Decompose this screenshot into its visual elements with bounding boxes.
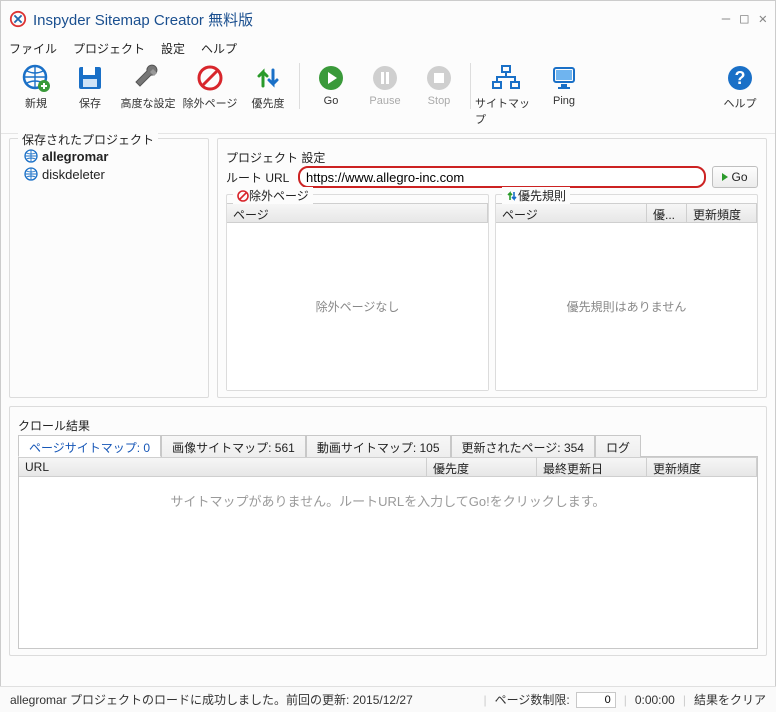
play-icon — [316, 63, 346, 93]
floppy-icon — [75, 63, 105, 93]
saved-projects-panel: 保存されたプロジェクト allegromar diskdeleter — [9, 138, 209, 398]
toolbar-save-button[interactable]: 保存 — [63, 63, 117, 111]
help-icon: ? — [725, 63, 755, 93]
tab-log[interactable]: ログ — [595, 435, 641, 457]
globe-icon — [24, 167, 38, 181]
globe-plus-icon — [21, 63, 51, 93]
col-page[interactable]: ページ — [496, 204, 647, 222]
wrench-icon — [133, 63, 163, 93]
root-url-input[interactable] — [298, 166, 706, 188]
toolbar: 新規 保存 高度な設定 除外ページ 優先度 Go Pause Stop サイトマ… — [1, 59, 775, 134]
pause-icon — [370, 63, 400, 93]
exclude-grid-header: ページ — [227, 203, 488, 223]
play-small-icon — [722, 173, 728, 181]
minimize-button[interactable]: — — [722, 11, 730, 27]
results-empty-text: サイトマップがありません。ルートURLを入力してGo!をクリックします。 — [19, 477, 757, 648]
root-url-label: ルート URL — [226, 169, 298, 186]
col-priority[interactable]: 優先度 — [427, 458, 537, 476]
tab-image-sitemap[interactable]: 画像サイトマップ: 561 — [161, 435, 306, 457]
status-bar: allegromar プロジェクトのロードに成功しました。前回の更新: 2015… — [0, 686, 776, 712]
col-page[interactable]: ページ — [227, 204, 488, 222]
no-entry-small-icon — [237, 190, 249, 202]
saved-projects-label: 保存されたプロジェクト — [18, 131, 158, 148]
exclude-empty-text: 除外ページなし — [227, 223, 488, 390]
col-last-updated[interactable]: 最終更新日 — [537, 458, 647, 476]
close-button[interactable]: ✕ — [759, 11, 767, 27]
project-item-diskdeleter[interactable]: diskdeleter — [18, 165, 200, 183]
priority-rules-panel: 優先規則 ページ 優... 更新頻度 優先規則はありません — [495, 194, 758, 391]
toolbar-go-button[interactable]: Go — [304, 63, 358, 107]
exclude-pages-panel: 除外ページ ページ 除外ページなし — [226, 194, 489, 391]
priority-grid-header: ページ 優... 更新頻度 — [496, 203, 757, 223]
go-button[interactable]: Go — [712, 166, 758, 188]
app-logo-icon — [9, 10, 27, 28]
menu-settings[interactable]: 設定 — [161, 40, 185, 57]
globe-icon — [24, 149, 38, 163]
toolbar-exclude-button[interactable]: 除外ページ — [179, 63, 241, 111]
menu-file[interactable]: ファイル — [9, 40, 57, 57]
status-message: allegromar プロジェクトのロードに成功しました。前回の更新: 2015… — [10, 691, 413, 708]
tab-video-sitemap[interactable]: 動画サイトマップ: 105 — [306, 435, 451, 457]
crawl-results-label: クロール結果 — [18, 417, 758, 434]
crawl-tabs: ページサイトマップ: 0 画像サイトマップ: 561 動画サイトマップ: 105… — [18, 434, 758, 456]
priority-empty-text: 優先規則はありません — [496, 223, 757, 390]
col-update-freq[interactable]: 更新頻度 — [687, 204, 757, 222]
toolbar-help-button[interactable]: ? ヘルプ — [713, 63, 767, 111]
page-limit-input[interactable] — [576, 692, 616, 708]
menu-project[interactable]: プロジェクト — [73, 40, 145, 57]
up-down-small-icon — [506, 190, 518, 202]
no-entry-icon — [195, 63, 225, 93]
clear-results-link[interactable]: 結果をクリア — [694, 691, 766, 708]
toolbar-ping-button[interactable]: Ping — [537, 63, 591, 107]
monitor-icon — [549, 63, 579, 93]
exclude-pages-label: 除外ページ — [249, 189, 309, 203]
maximize-button[interactable]: □ — [740, 11, 748, 27]
toolbar-pause-button: Pause — [358, 63, 412, 107]
menu-bar: ファイル プロジェクト 設定 ヘルプ — [1, 37, 775, 59]
project-settings-label: プロジェクト 設定 — [226, 149, 758, 166]
project-settings-panel: プロジェクト 設定 ルート URL Go 除外ページ ページ 除外ページなし 優… — [217, 138, 767, 398]
results-grid-header: URL 優先度 最終更新日 更新頻度 — [19, 457, 757, 477]
svg-text:?: ? — [735, 68, 746, 88]
col-update-freq[interactable]: 更新頻度 — [647, 458, 757, 476]
col-priority[interactable]: 優... — [647, 204, 687, 222]
toolbar-priority-button[interactable]: 優先度 — [241, 63, 295, 111]
menu-help[interactable]: ヘルプ — [201, 40, 237, 57]
toolbar-sitemap-button[interactable]: サイトマップ — [475, 63, 537, 127]
col-url[interactable]: URL — [19, 458, 427, 476]
timer-text: 0:00:00 — [635, 693, 675, 707]
toolbar-new-button[interactable]: 新規 — [9, 63, 63, 111]
sitemap-icon — [491, 63, 521, 93]
page-limit-label: ページ数制限: — [495, 691, 570, 708]
results-grid: URL 優先度 最終更新日 更新頻度 サイトマップがありません。ルートURLを入… — [18, 456, 758, 649]
crawl-results-panel: クロール結果 ページサイトマップ: 0 画像サイトマップ: 561 動画サイトマ… — [9, 406, 767, 656]
title-bar: Inspyder Sitemap Creator 無料版 — □ ✕ — [1, 1, 775, 37]
tab-updated-pages[interactable]: 更新されたページ: 354 — [451, 435, 595, 457]
up-down-arrows-icon — [253, 63, 283, 93]
stop-icon — [424, 63, 454, 93]
priority-rules-label: 優先規則 — [518, 189, 566, 203]
project-item-allegromar[interactable]: allegromar — [18, 147, 200, 165]
toolbar-advanced-button[interactable]: 高度な設定 — [117, 63, 179, 111]
tab-page-sitemap[interactable]: ページサイトマップ: 0 — [18, 435, 161, 457]
toolbar-stop-button: Stop — [412, 63, 466, 107]
window-title: Inspyder Sitemap Creator 無料版 — [33, 9, 253, 30]
